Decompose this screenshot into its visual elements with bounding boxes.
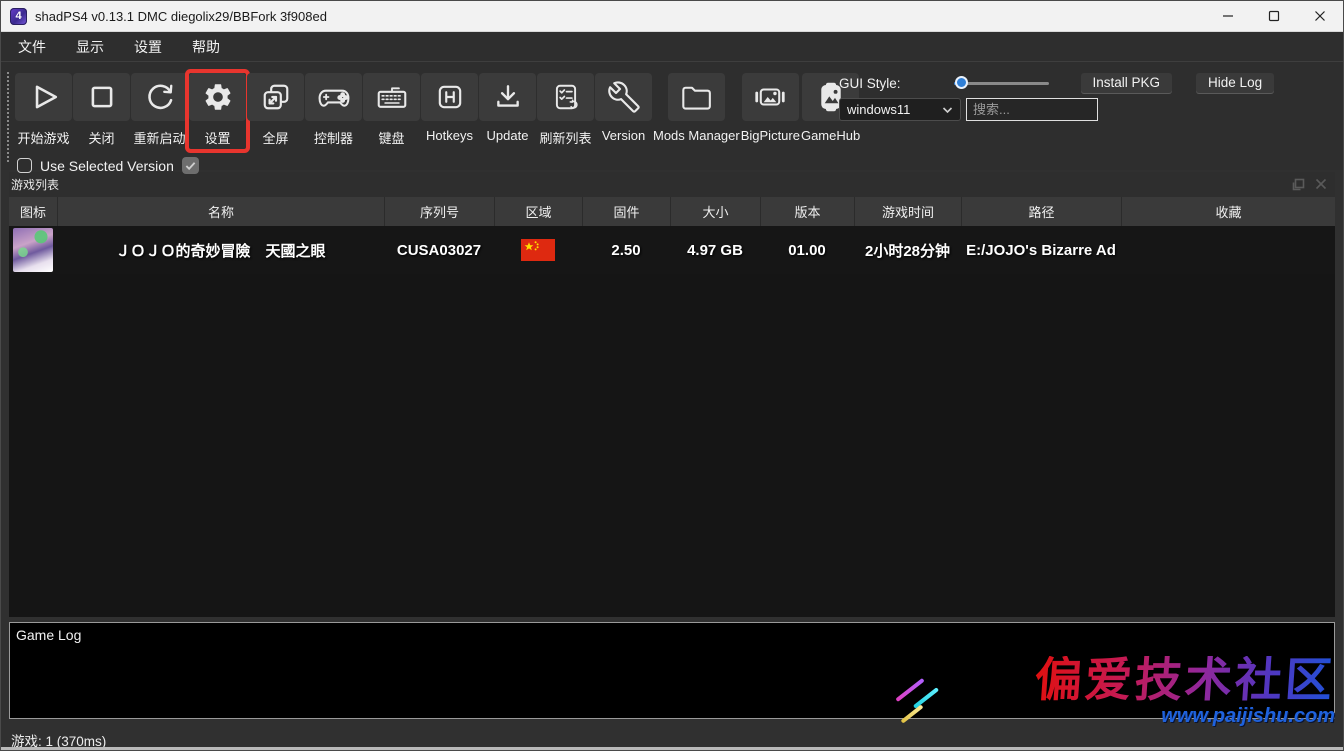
- search-input[interactable]: [966, 98, 1098, 121]
- play-icon: [28, 82, 60, 112]
- menu-help[interactable]: 帮助: [177, 37, 235, 57]
- fullscreen-button[interactable]: 全屏: [247, 73, 304, 149]
- hide-log-button[interactable]: Hide Log: [1196, 73, 1274, 93]
- column-header-name[interactable]: 名称: [57, 197, 384, 226]
- window-bottom-edge: [1, 747, 1343, 750]
- use-selected-version-checkbox[interactable]: [17, 158, 32, 173]
- game-list-title: 游戏列表: [9, 176, 59, 193]
- stop-game-button[interactable]: 关闭: [73, 73, 130, 149]
- toolbar: 开始游戏 关闭 重新启动 设置 全屏 控制器: [1, 62, 1343, 170]
- menubar: 文件 显示 设置 帮助: [1, 32, 1343, 62]
- version-button[interactable]: Version: [595, 73, 652, 145]
- column-header-favorite[interactable]: 收藏: [1121, 197, 1335, 226]
- game-serial: CUSA03027: [384, 242, 494, 259]
- game-path: E:/JOJO's Bizarre Ad: [961, 242, 1121, 259]
- theme-select[interactable]: windows11: [839, 98, 961, 121]
- game-firmware: 2.50: [582, 242, 670, 259]
- update-button[interactable]: Update: [479, 73, 536, 145]
- menu-view[interactable]: 显示: [61, 37, 119, 57]
- app-logo-icon: 4: [10, 8, 27, 25]
- titlebar: 4 shadPS4 v0.13.1 DMC diegolix29/BBFork …: [1, 1, 1343, 32]
- float-panel-icon[interactable]: [1292, 178, 1305, 191]
- game-version: 01.00: [760, 242, 854, 259]
- close-button[interactable]: [1297, 1, 1343, 31]
- version-checked-checkbox[interactable]: [182, 157, 199, 174]
- menu-file[interactable]: 文件: [3, 37, 61, 57]
- minimize-button[interactable]: [1205, 1, 1251, 31]
- theme-select-value: windows11: [847, 102, 910, 117]
- app-window: 4 shadPS4 v0.13.1 DMC diegolix29/BBFork …: [0, 0, 1344, 751]
- keyboard-icon: [374, 82, 410, 112]
- game-cover-thumbnail: [13, 228, 53, 272]
- game-log-panel[interactable]: Game Log: [9, 622, 1335, 719]
- keyboard-button[interactable]: 键盘: [363, 73, 420, 149]
- game-name: ＪＯＪＯ的奇妙冒險 天國之眼: [57, 240, 384, 261]
- hotkeys-button[interactable]: Hotkeys: [421, 73, 478, 145]
- controller-button[interactable]: 控制器: [305, 73, 362, 149]
- column-header-serial[interactable]: 序列号: [384, 197, 494, 226]
- minimize-icon: [1222, 10, 1234, 22]
- settings-gear-icon: [201, 81, 235, 113]
- table-row[interactable]: ＪＯＪＯ的奇妙冒險 天國之眼 CUSA03027 2.50 4.97 GB 01…: [9, 226, 1335, 274]
- check-icon: [185, 161, 196, 171]
- gui-style-slider[interactable]: [954, 76, 1049, 90]
- refresh-list-icon: [550, 82, 582, 112]
- gui-style-label: GUI Style:: [839, 76, 901, 91]
- column-header-icon[interactable]: 图标: [9, 197, 57, 226]
- install-pkg-button[interactable]: Install PKG: [1081, 73, 1173, 93]
- use-selected-version-label: Use Selected Version: [40, 158, 174, 174]
- close-panel-icon[interactable]: [1315, 178, 1327, 190]
- game-log-title: Game Log: [16, 627, 81, 643]
- settings-button[interactable]: 设置: [189, 73, 246, 149]
- game-list-panel-header: 游戏列表: [9, 172, 1335, 197]
- column-header-firmware[interactable]: 固件: [582, 197, 670, 226]
- toolbar-drag-handle[interactable]: [7, 72, 9, 162]
- window-title: shadPS4 v0.13.1 DMC diegolix29/BBFork 3f…: [35, 9, 327, 24]
- start-game-button[interactable]: 开始游戏: [15, 73, 72, 149]
- game-playtime: 2小时28分钟: [854, 240, 961, 261]
- column-header-path[interactable]: 路径: [961, 197, 1121, 226]
- column-header-size[interactable]: 大小: [670, 197, 760, 226]
- table-header-row: 图标 名称 序列号 区域 固件 大小 版本 游戏时间 路径 收藏: [9, 197, 1335, 226]
- mods-folder-icon: [678, 82, 714, 112]
- update-download-icon: [492, 82, 524, 112]
- column-header-region[interactable]: 区域: [494, 197, 582, 226]
- column-header-playtime[interactable]: 游戏时间: [854, 197, 961, 226]
- fullscreen-icon: [260, 82, 292, 112]
- column-header-version[interactable]: 版本: [760, 197, 854, 226]
- hotkeys-icon: [434, 82, 466, 112]
- stop-icon: [86, 82, 118, 112]
- controller-icon: [316, 82, 352, 112]
- china-flag-icon: [521, 239, 555, 261]
- big-picture-button[interactable]: BigPicture: [741, 73, 800, 145]
- big-picture-icon: [752, 82, 788, 112]
- mods-manager-button[interactable]: Mods Manager: [653, 73, 740, 145]
- maximize-button[interactable]: [1251, 1, 1297, 31]
- menu-settings[interactable]: 设置: [119, 37, 177, 57]
- game-list-empty-area: [9, 274, 1335, 617]
- chevron-down-icon: [942, 102, 953, 117]
- close-icon: [1314, 10, 1326, 22]
- restart-button[interactable]: 重新启动: [131, 73, 188, 149]
- game-size: 4.97 GB: [670, 242, 760, 259]
- game-list-panel: 游戏列表 图标 名称 序列号 区域 固件 大小 版本 游戏时间 路径 收藏 ＪＯ…: [9, 172, 1335, 617]
- use-selected-version-row: Use Selected Version: [17, 157, 1343, 174]
- maximize-icon: [1268, 10, 1280, 22]
- refresh-list-button[interactable]: 刷新列表: [537, 73, 594, 149]
- slider-handle[interactable]: [955, 76, 968, 89]
- version-wrench-icon: [607, 81, 641, 113]
- restart-icon: [144, 82, 176, 112]
